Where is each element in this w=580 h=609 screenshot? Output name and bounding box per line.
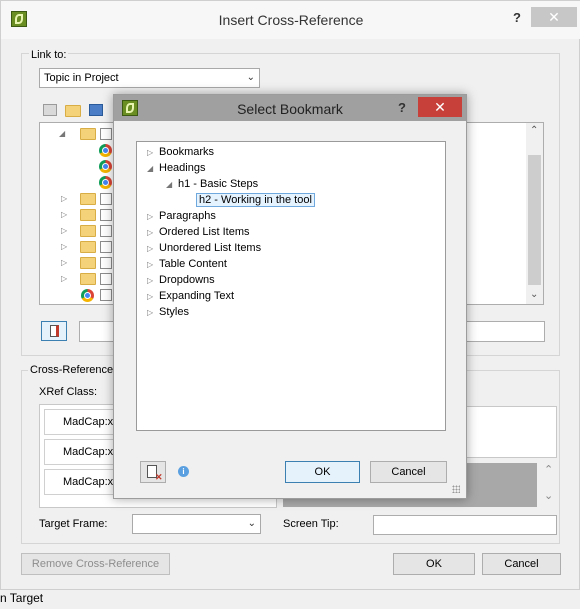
tree-item-expanding-text[interactable]: ▷ Expanding Text <box>147 288 234 304</box>
target-frame-label: Target Frame: <box>39 518 108 530</box>
tree-item-table-content[interactable]: ▷ Table Content <box>147 256 227 272</box>
copy-icon[interactable] <box>43 104 57 116</box>
screen-tip-label: Screen Tip: <box>283 518 339 530</box>
tree-checkbox[interactable] <box>100 257 112 269</box>
document-icon[interactable] <box>89 104 103 116</box>
tree-item-dropdowns[interactable]: ▷ Dropdowns <box>147 272 215 288</box>
dialog-title: Insert Cross-Reference <box>218 12 364 28</box>
expand-arrow-icon[interactable]: ▷ <box>147 209 159 225</box>
folder-icon <box>80 128 96 140</box>
folder-icon <box>80 193 96 205</box>
collapse-arrow-icon[interactable]: ▷ <box>61 242 67 251</box>
tree-checkbox[interactable] <box>100 209 112 221</box>
collapse-arrow-icon[interactable]: ▷ <box>61 258 67 267</box>
expand-arrow-icon[interactable]: ▷ <box>147 305 159 321</box>
link-to-value: Topic in Project <box>44 72 119 84</box>
selected-item-label: h2 - Working in the tool <box>196 193 315 207</box>
xref-class-label: XRef Class: <box>39 386 98 398</box>
chrome-icon <box>81 289 94 302</box>
link-to-select[interactable]: Topic in Project ⌄ <box>39 68 260 88</box>
folder-icon <box>80 241 96 253</box>
expand-arrow-icon[interactable]: ▷ <box>147 273 159 289</box>
chevron-down-icon: ⌄ <box>247 518 256 529</box>
tree-item-h2[interactable]: h2 - Working in the tool <box>196 192 315 208</box>
chrome-icon <box>99 176 112 189</box>
help-button[interactable]: ? <box>398 100 406 115</box>
title-bar: Insert Cross-Reference ? ✕ <box>1 1 580 39</box>
tree-checkbox[interactable] <box>100 273 112 285</box>
collapse-arrow-icon[interactable]: ▷ <box>61 274 67 283</box>
bookmark-icon <box>50 325 59 337</box>
ok-button[interactable]: OK <box>393 553 475 575</box>
scroll-up-icon[interactable]: ⌃ <box>530 125 538 136</box>
remove-bookmark-button[interactable]: ✕ <box>140 461 166 483</box>
tree-checkbox[interactable] <box>100 128 112 140</box>
cancel-button[interactable]: Cancel <box>370 461 447 483</box>
tree-item-bookmarks[interactable]: ▷ Bookmarks <box>147 144 214 160</box>
tree-item-unordered-list[interactable]: ▷ Unordered List Items <box>147 240 261 256</box>
tree-checkbox[interactable] <box>100 241 112 253</box>
modal-title-bar: Select Bookmark ? ✕ <box>114 95 466 121</box>
folder-icon[interactable] <box>65 105 81 117</box>
collapse-arrow-icon[interactable]: ▷ <box>61 194 67 203</box>
collapse-arrow-icon[interactable]: ◢ <box>147 161 159 177</box>
bookmark-button[interactable] <box>41 321 67 341</box>
help-button[interactable]: ? <box>513 10 521 25</box>
info-icon[interactable]: i <box>178 466 189 477</box>
ok-button[interactable]: OK <box>285 461 360 483</box>
scroll-down-icon[interactable]: ⌄ <box>530 289 538 300</box>
chevron-down-icon: ⌄ <box>246 72 255 83</box>
folder-icon <box>80 225 96 237</box>
scroll-up-icon[interactable]: ⌃ <box>544 463 553 476</box>
folder-icon <box>80 257 96 269</box>
expand-arrow-icon[interactable]: ▷ <box>147 257 159 273</box>
cross-reference-label: Cross-Reference <box>28 364 116 376</box>
close-button[interactable]: ✕ <box>531 7 577 27</box>
status-text: n Target <box>0 591 44 605</box>
remove-cross-reference-button[interactable]: Remove Cross-Reference <box>21 553 170 575</box>
tree-scrollbar[interactable]: ⌃ ⌄ <box>526 123 543 304</box>
tree-item-ordered-list[interactable]: ▷ Ordered List Items <box>147 224 249 240</box>
expand-arrow-icon[interactable]: ▷ <box>147 225 159 241</box>
tree-item-headings[interactable]: ◢ Headings <box>147 160 205 176</box>
folder-icon <box>80 273 96 285</box>
expand-arrow-icon[interactable]: ▷ <box>147 289 159 305</box>
scroll-down-icon[interactable]: ⌄ <box>544 489 553 502</box>
expand-arrow-icon[interactable]: ▷ <box>147 241 159 257</box>
folder-icon <box>80 209 96 221</box>
tree-checkbox[interactable] <box>100 289 112 301</box>
tree-checkbox[interactable] <box>100 193 112 205</box>
select-bookmark-dialog: Select Bookmark ? ✕ ▷ Bookmarks ◢ Headings… <box>113 94 467 499</box>
preview-scrollbar[interactable]: ⌃ ⌄ <box>541 463 558 507</box>
resize-grip-icon[interactable] <box>452 485 460 493</box>
collapse-arrow-icon[interactable]: ◢ <box>166 177 178 193</box>
tree-item-h1[interactable]: ◢ h1 - Basic Steps <box>166 176 258 192</box>
tree-checkbox[interactable] <box>100 225 112 237</box>
scroll-thumb[interactable] <box>528 155 541 285</box>
delete-x-icon: ✕ <box>155 472 163 482</box>
close-button[interactable]: ✕ <box>418 97 462 117</box>
modal-title: Select Bookmark <box>237 101 343 117</box>
collapse-arrow-icon[interactable]: ▷ <box>61 226 67 235</box>
bookmark-tree[interactable]: ▷ Bookmarks ◢ Headings ◢ h1 - Basic Steps h… <box>136 141 446 431</box>
collapse-arrow-icon[interactable]: ▷ <box>61 210 67 219</box>
expand-arrow-icon[interactable]: ▷ <box>147 145 159 161</box>
expand-arrow-icon[interactable]: ◢ <box>59 129 65 138</box>
chrome-icon <box>99 160 112 173</box>
chrome-icon <box>99 144 112 157</box>
tree-item-paragraphs[interactable]: ▷ Paragraphs <box>147 208 216 224</box>
target-frame-select[interactable]: ⌄ <box>132 514 261 534</box>
screen-tip-input[interactable] <box>373 515 557 535</box>
link-to-label: Link to: <box>29 49 69 61</box>
cancel-button[interactable]: Cancel <box>482 553 561 575</box>
tree-item-styles[interactable]: ▷ Styles <box>147 304 189 320</box>
